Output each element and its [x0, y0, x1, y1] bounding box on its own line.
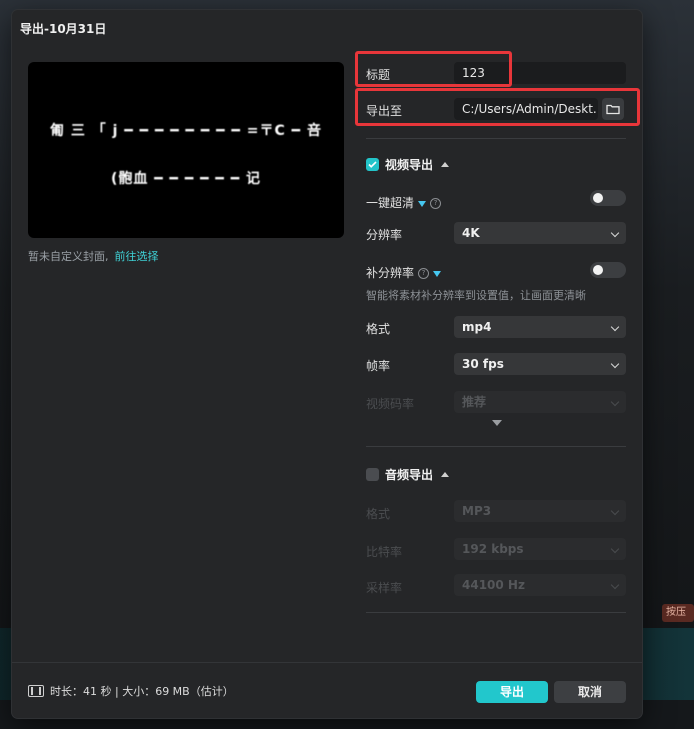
chevron-down-icon [610, 580, 620, 590]
toggle-knob [593, 265, 603, 275]
export-dialog: 导出-10月31日 匍 三 「 j ━ ━ ━ ━ ━ ━ ━ ━ =〒C ━ … [12, 10, 642, 718]
fps-label: 帧率 [366, 359, 391, 373]
toggle-knob [593, 193, 603, 203]
chevron-down-icon [610, 506, 620, 516]
help-icon[interactable]: ? [430, 198, 442, 209]
help-icon[interactable]: ? [418, 268, 430, 279]
resolution-value: 4K [462, 226, 480, 240]
film-icon [28, 685, 44, 697]
export-button[interactable]: 导出 [476, 681, 548, 703]
format-select[interactable]: mp4 [454, 316, 626, 338]
one-click-hd-toggle[interactable] [590, 190, 626, 206]
chevron-down-icon [610, 544, 620, 554]
dialog-title: 导出-10月31日 [20, 22, 107, 36]
expand-more-icon[interactable] [492, 420, 502, 426]
frame-interp-toggle[interactable] [590, 262, 626, 278]
title-label: 标题 [366, 68, 391, 82]
chevron-down-icon [610, 322, 620, 332]
audio-bitrate-select[interactable]: 192 kbps [454, 538, 626, 560]
chevron-down-icon [610, 397, 620, 407]
video-export-checkbox[interactable] [366, 158, 379, 171]
audio-format-label: 格式 [366, 507, 391, 521]
audio-format-value: MP3 [462, 504, 492, 518]
frame-interp-hint: 智能将素材补分辨率到设置值，让画面更清晰 [366, 289, 586, 302]
audio-export-checkbox[interactable] [366, 468, 379, 481]
bitrate-label: 视频码率 [366, 397, 415, 411]
video-export-label: 视频导出 [385, 158, 434, 172]
background-button: 按压 [662, 604, 694, 622]
bitrate-value: 推荐 [462, 395, 487, 409]
resolution-select[interactable]: 4K [454, 222, 626, 244]
collapse-icon[interactable] [441, 472, 450, 477]
frame-interp-text: 补分辨率 [366, 266, 415, 280]
video-preview[interactable]: 匍 三 「 j ━ ━ ━ ━ ━ ━ ━ ━ =〒C ━ 咅 (骲血 ━ ━ … [28, 62, 344, 238]
export-to-label: 导出至 [366, 104, 403, 118]
format-label: 格式 [366, 322, 391, 336]
one-click-hd-text: 一键超清 [366, 196, 415, 210]
check-icon [368, 161, 377, 168]
audio-bitrate-value: 192 kbps [462, 542, 524, 556]
divider [366, 612, 626, 613]
resolution-label: 分辨率 [366, 228, 403, 242]
sample-rate-value: 44100 Hz [462, 578, 525, 592]
sample-rate-label: 采样率 [366, 581, 403, 595]
browse-folder-button[interactable] [602, 98, 624, 120]
bitrate-select[interactable]: 推荐 [454, 391, 626, 413]
cover-hint-text: 暂未自定义封面, [28, 250, 109, 263]
preview-caption-line2: (骲血 ━ ━ ━ ━ ━ ━ 记 [110, 171, 262, 187]
collapse-icon[interactable] [441, 162, 450, 167]
diamond-icon [433, 270, 442, 277]
video-export-section[interactable]: 视频导出 [366, 156, 450, 173]
sample-rate-select[interactable]: 44100 Hz [454, 574, 626, 596]
audio-format-select[interactable]: MP3 [454, 500, 626, 522]
audio-bitrate-label: 比特率 [366, 545, 403, 559]
dialog-footer: 时长：41 秒 | 大小：69 MB（估计） 导出 取消 [12, 662, 642, 718]
cover-hint: 暂未自定义封面, 前往选择 [28, 248, 159, 264]
title-input[interactable] [454, 62, 626, 84]
audio-export-section[interactable]: 音频导出 [366, 466, 450, 483]
chevron-down-icon [610, 228, 620, 238]
preview-caption-line1: 匍 三 「 j ━ ━ ━ ━ ━ ━ ━ ━ =〒C ━ 咅 [50, 123, 322, 139]
format-value: mp4 [462, 320, 492, 334]
folder-icon [606, 104, 620, 115]
audio-export-label: 音频导出 [385, 468, 434, 482]
diamond-icon [418, 200, 427, 207]
divider [366, 446, 626, 447]
choose-cover-link[interactable]: 前往选择 [115, 250, 159, 263]
divider [366, 138, 626, 139]
frame-interp-label: 补分辨率? [366, 264, 442, 281]
export-path-field[interactable]: C:/Users/Admin/Deskt... [454, 98, 598, 120]
fps-select[interactable]: 30 fps [454, 353, 626, 375]
cancel-button[interactable]: 取消 [554, 681, 626, 703]
duration-size-text: 时长：41 秒 | 大小：69 MB（估计） [50, 685, 234, 698]
export-info: 时长：41 秒 | 大小：69 MB（估计） [28, 683, 234, 699]
chevron-down-icon [610, 359, 620, 369]
fps-value: 30 fps [462, 357, 504, 371]
one-click-hd-label: 一键超清? [366, 194, 442, 211]
